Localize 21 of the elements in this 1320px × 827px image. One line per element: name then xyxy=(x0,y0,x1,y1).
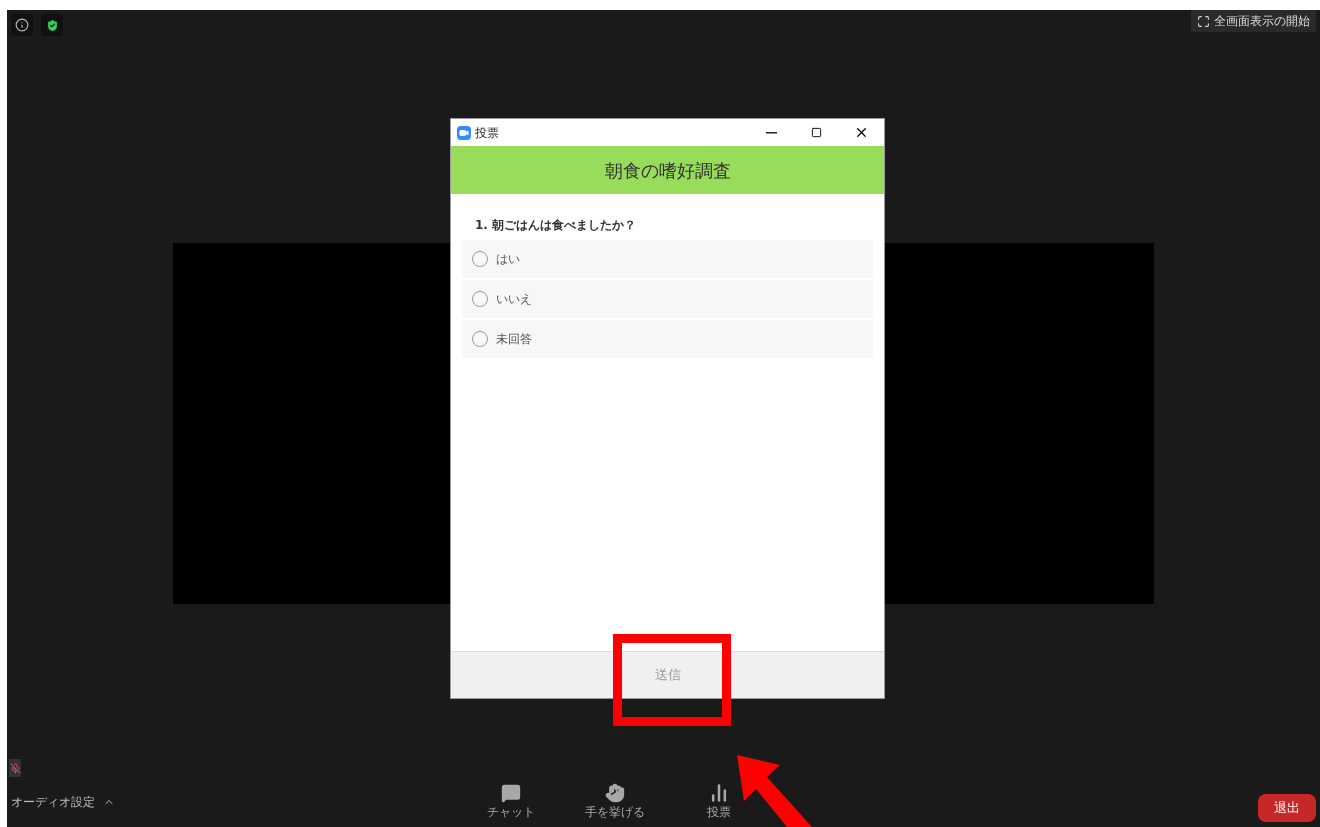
answer-option[interactable]: 未回答 xyxy=(462,320,873,358)
audio-settings-button[interactable]: オーディオ設定 xyxy=(11,793,171,811)
toolbar-button[interactable]: 手を挙げる xyxy=(578,783,651,821)
shield-check-icon[interactable] xyxy=(41,14,63,36)
chat-icon xyxy=(500,783,521,803)
toolbar-button[interactable]: チャット xyxy=(474,783,547,821)
hand-icon xyxy=(604,783,625,803)
app-icon xyxy=(457,125,471,140)
leave-button[interactable]: 退出 xyxy=(1258,794,1316,822)
answer-option[interactable]: いいえ xyxy=(462,280,873,318)
minimize-icon xyxy=(766,131,777,134)
fullscreen-icon xyxy=(1197,14,1210,28)
answer-option[interactable]: はい xyxy=(462,240,873,278)
fullscreen-button[interactable]: 全画面表示の開始 xyxy=(1191,10,1316,32)
question-text: 1. 朝ごはんは食べましたか？ xyxy=(474,217,638,234)
maximize-icon xyxy=(811,127,822,138)
window-title: 投票 xyxy=(475,124,500,142)
toolbar-button[interactable]: 投票 xyxy=(682,783,755,821)
close-icon xyxy=(854,125,869,140)
poll-header: 朝食の嗜好調査 xyxy=(451,146,884,194)
info-icon[interactable] xyxy=(11,14,33,36)
